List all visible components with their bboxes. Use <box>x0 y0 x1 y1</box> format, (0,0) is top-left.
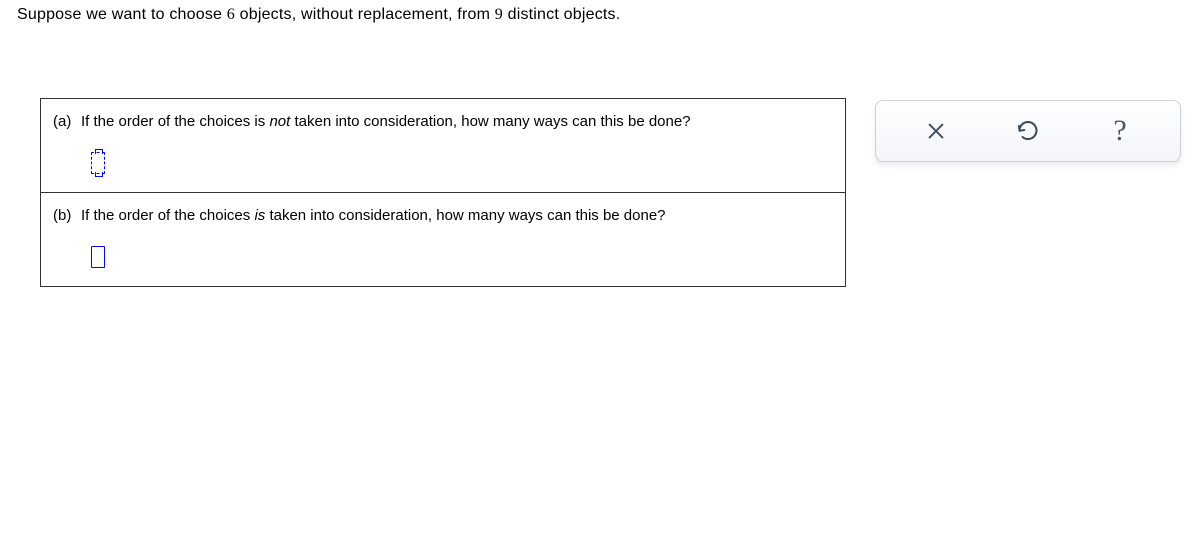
question-prompt: Suppose we want to choose 6 objects, wit… <box>17 6 620 24</box>
x-icon <box>925 120 947 142</box>
question-box: (a)If the order of the choices is not ta… <box>40 98 846 287</box>
part-a-text: If the order of the choices is not taken… <box>81 113 691 130</box>
emphasis-is: is <box>254 207 265 224</box>
part-b-label: (b) <box>53 207 81 224</box>
prompt-pre: Suppose we want to choose <box>17 6 227 23</box>
undo-icon <box>1016 119 1040 143</box>
part-b: (b)If the order of the choices is taken … <box>41 192 845 286</box>
action-toolbar: ? <box>875 100 1181 162</box>
question-mark-icon: ? <box>1113 114 1126 148</box>
prompt-n2: 9 <box>495 6 503 23</box>
clear-button[interactable] <box>908 110 964 152</box>
part-a: (a)If the order of the choices is not ta… <box>41 99 845 192</box>
part-b-text: If the order of the choices is taken int… <box>81 207 666 224</box>
reset-button[interactable] <box>1000 110 1056 152</box>
emphasis-not: not <box>269 113 290 130</box>
prompt-mid: objects, without replacement, from <box>235 6 495 23</box>
prompt-post: distinct objects. <box>503 6 620 23</box>
answer-input-a[interactable] <box>91 152 105 174</box>
part-a-label: (a) <box>53 113 81 130</box>
help-button[interactable]: ? <box>1092 110 1148 152</box>
prompt-n1: 6 <box>227 6 235 23</box>
answer-input-b[interactable] <box>91 246 105 268</box>
